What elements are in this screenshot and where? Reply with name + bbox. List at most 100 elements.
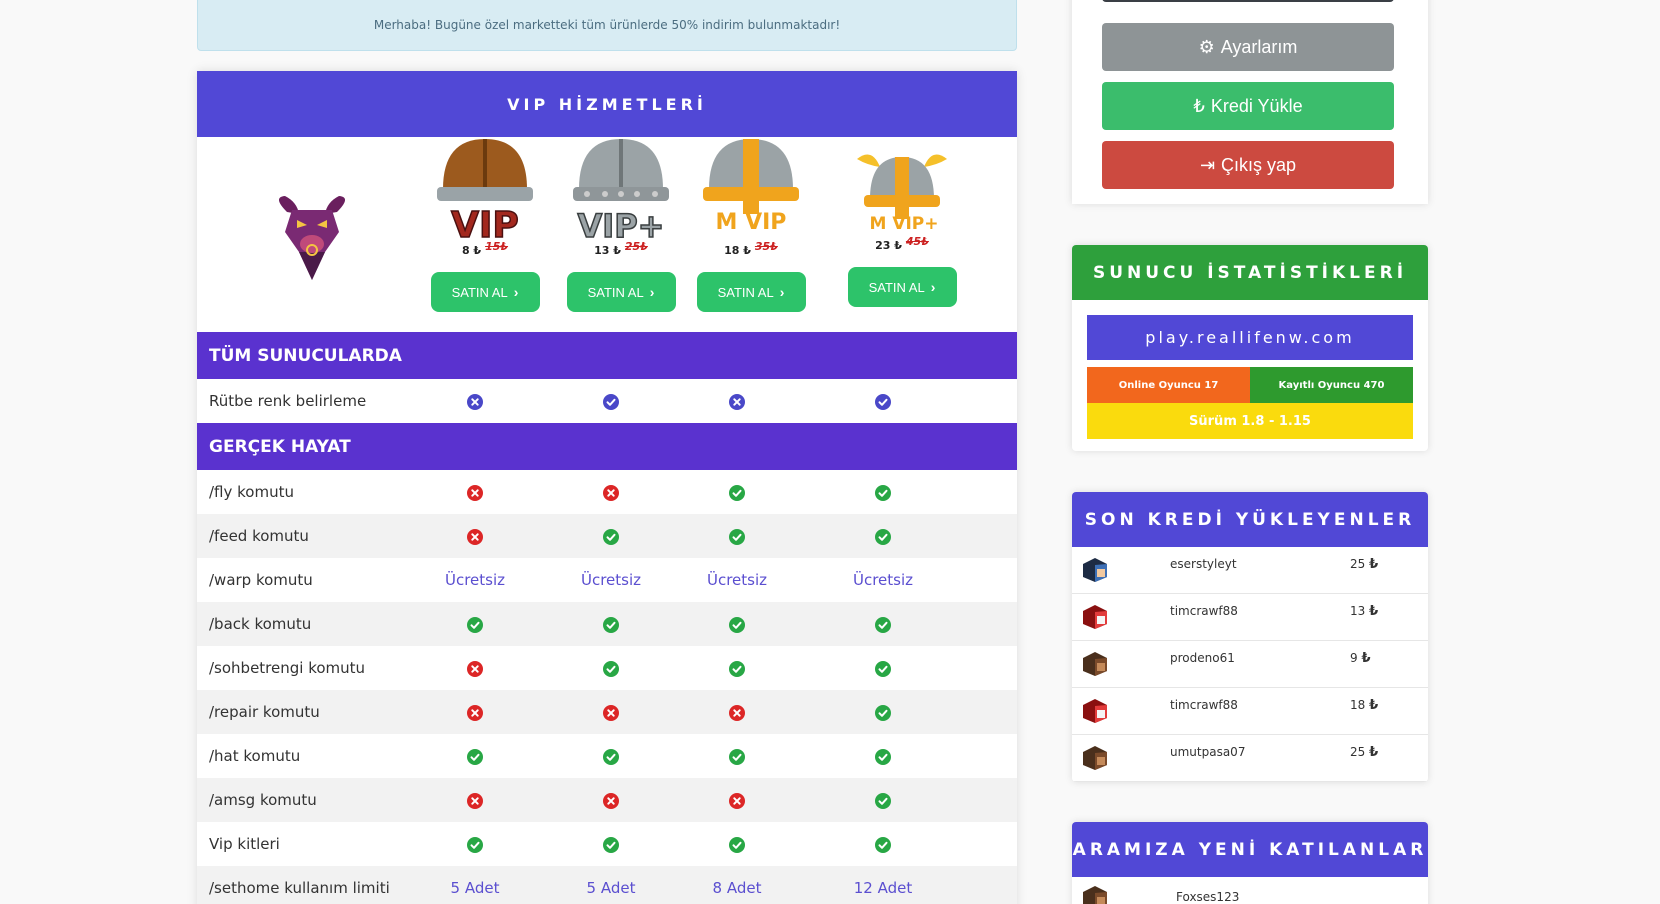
package-price: 23 ₺ 45₺ [875,235,929,252]
feature-value: Ücretsiz [444,571,506,589]
username[interactable]: prodeno61 [1170,651,1235,665]
settings-button[interactable]: ⚙ Ayarlarım [1102,23,1394,71]
username[interactable]: timcrawf88 [1170,698,1238,712]
check-icon [823,483,943,501]
list-item: timcrawf88 18 ₺ [1072,688,1428,735]
avatar [1082,698,1108,724]
feature-name: Rütbe renk belirleme [209,392,367,410]
buy-button-vip-plus[interactable]: SATIN AL › [566,272,676,312]
recent-credits-title: SON KREDİ YÜKLEYENLER [1072,492,1428,547]
check-icon [823,615,943,633]
buy-button-vip[interactable]: SATIN AL › [430,272,540,312]
server-stats-title: SUNUCU İSTATİSTİKLERİ [1072,245,1428,300]
credit-amount: 25 ₺ [1350,745,1379,760]
list-item: eserstyleyt 25 ₺ [1072,547,1428,594]
svg-text:VIP: VIP [451,205,519,242]
bull-logo-icon [278,196,346,280]
avatar [1082,885,1108,904]
check-icon [551,392,671,410]
credit-amount: 18 ₺ [1350,698,1379,713]
feature-name: /sohbetrengi komutu [209,659,366,677]
profile-button[interactable] [1102,0,1394,2]
buy-button-mvip[interactable]: SATIN AL › [696,272,806,312]
discount-alert: Merhaba! Bugüne özel marketteki tüm ürün… [197,0,1017,51]
svg-text:VIP+: VIP+ [578,207,665,242]
avatar [1082,651,1108,677]
lira-icon: ₺ [1361,651,1371,666]
avatar [1082,745,1108,771]
online-players: Online Oyuncu 17 [1087,367,1250,403]
cross-icon [677,392,797,410]
new-members-title: ARAMIZA YENİ KATILANLAR [1072,822,1428,877]
check-icon [677,659,797,677]
server-stats-card: SUNUCU İSTATİSTİKLERİ play.reallifenw.co… [1072,245,1428,451]
chevron-right-icon: › [779,284,785,300]
sign-out-icon: ⇥ [1199,154,1216,175]
username[interactable]: umutpasa07 [1170,745,1245,759]
cross-icon [551,703,671,721]
lira-icon: ₺ [1369,745,1379,760]
list-item: prodeno61 9 ₺ [1072,641,1428,688]
gear-icon: ⚙ [1198,36,1215,57]
features-table: TÜM SUNUCULARDA Rütbe renk belirleme GERÇE… [197,332,1017,904]
credit-amount: 9 ₺ [1350,651,1371,666]
check-icon [551,659,671,677]
package-old-price: 15₺ [485,240,509,253]
section-header: GERÇEK HAYAT [197,423,1017,470]
cross-icon [551,483,671,501]
vip-helmet-icon: VIP [437,139,533,247]
cross-icon [551,791,671,809]
username[interactable]: timcrawf88 [1170,604,1238,618]
lira-icon: ₺ [1369,557,1379,572]
feature-value: 8 Adet [712,879,762,897]
feature-name: /hat komutu [209,747,301,765]
package-old-price: 25₺ [624,240,648,253]
username[interactable]: eserstyleyt [1170,557,1237,571]
cross-icon [415,483,535,501]
cross-icon [677,791,797,809]
package-price: 13 ₺ 25₺ [594,240,648,257]
avatar [1082,604,1108,630]
check-icon [677,483,797,501]
feature-row: Rütbe renk belirleme [197,379,1017,423]
check-icon [551,615,671,633]
feature-row: Vip kitleri [197,822,1017,866]
feature-name: /repair komutu [209,703,320,721]
logout-button[interactable]: ⇥ Çıkış yap [1102,141,1394,189]
feature-row: /fly komutu [197,470,1017,514]
feature-name: /fly komutu [209,483,294,501]
cross-icon [415,703,535,721]
lira-icon: ₺ [1369,604,1379,619]
feature-row: /feed komutu [197,514,1017,558]
check-icon [823,791,943,809]
load-credit-button[interactable]: ₺ Kredi Yükle [1102,82,1394,130]
feature-value: 5 Adet [450,879,500,897]
server-version: Sürüm 1.8 - 1.15 [1087,403,1413,439]
package-price: 8 ₺ 15₺ [461,240,509,257]
cross-icon [415,659,535,677]
new-members-card: ARAMIZA YENİ KATILANLAR Foxses123 [1072,822,1428,904]
lira-icon: ₺ [1193,95,1205,116]
section-header: TÜM SUNUCULARDA [197,332,1017,379]
svg-text:M VIP+: M VIP+ [869,214,938,234]
package-mvip-plus: M VIP+ 23 ₺ 45₺ SATIN AL › [832,147,972,307]
feature-name: /warp komutu [209,571,313,589]
avatar [1082,557,1108,583]
cross-icon [415,791,535,809]
list-item: Foxses123 [1072,877,1428,904]
discount-alert-text: Merhaba! Bugüne özel marketteki tüm ürün… [373,18,841,32]
check-icon [823,659,943,677]
check-icon [823,392,943,410]
credit-amount: 13 ₺ [1350,604,1379,619]
vip-services-title: VIP HİZMETLERİ [197,71,1017,137]
buy-button-mvip-plus[interactable]: SATIN AL › [847,267,957,307]
mvip-plus-helmet-icon: M VIP+ [857,154,947,234]
mvip-helmet-icon: M VIP [703,139,799,235]
server-ip[interactable]: play.reallifenw.com [1087,315,1413,360]
check-icon [551,835,671,853]
check-icon [551,747,671,765]
list-item: umutpasa07 25 ₺ [1072,735,1428,782]
recent-credits-list: eserstyleyt 25 ₺ timcrawf88 13 ₺ prodeno61 9 … [1072,547,1428,782]
username[interactable]: Foxses123 [1176,890,1239,904]
cross-icon [415,527,535,545]
